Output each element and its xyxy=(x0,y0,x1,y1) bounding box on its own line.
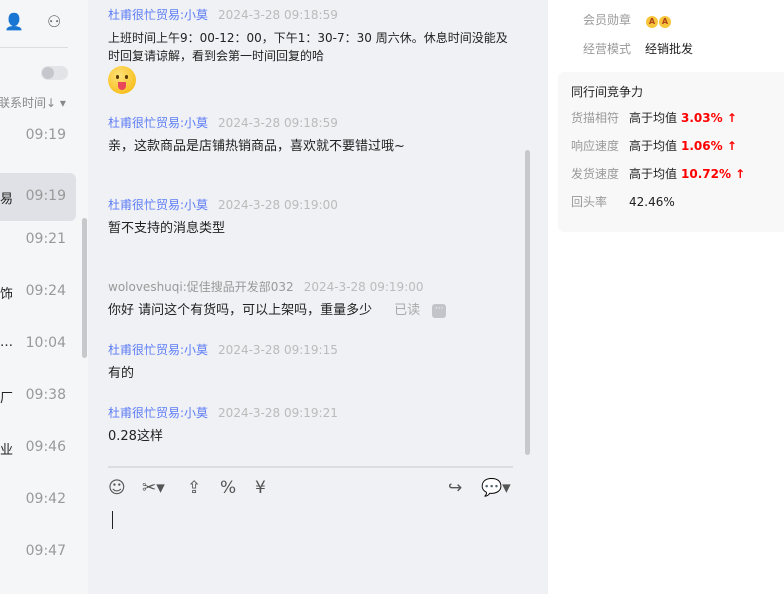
conversation-item[interactable]: … 10:04 xyxy=(0,320,76,368)
message-text: 暂不支持的消息类型 xyxy=(108,221,226,236)
message-time: 2024-3-28 09:19:15 xyxy=(218,343,338,357)
message-text: 上班时间上午9：00-12：00，下午1：30-7：30 周六休。休息时间没能及… xyxy=(108,31,508,63)
metric-value: 高于均值 xyxy=(629,167,678,181)
conversation-time: 09:21 xyxy=(25,231,66,247)
emoji-icon[interactable]: ☺ xyxy=(108,478,126,498)
more-options-button[interactable]: ··· xyxy=(432,303,447,318)
read-status: 已读 xyxy=(394,303,421,318)
message: 杜甫很忙贸易:小莫 2024-3-28 09:19:21 0.28这样 xyxy=(108,404,508,446)
contacts-icon[interactable]: 👤 xyxy=(4,12,24,31)
message-text: 你好 请问这个有货吗，可以上架吗，重量多少 xyxy=(108,303,373,318)
conversation-list: 👤 ⚇ 联系时间↓ ▾ 09:19 易 09:19 09:21 饰 09:24 … 1… xyxy=(0,0,88,594)
screenshot-scissors-icon[interactable]: ✂▾ xyxy=(142,478,165,498)
medal-label: 会员勋章 xyxy=(583,13,632,27)
conversation-item[interactable]: 饰 09:24 xyxy=(0,268,76,316)
repeat-rate-label: 回头率 xyxy=(571,195,608,209)
message-text: 有的 xyxy=(108,366,135,381)
conversation-time: 09:38 xyxy=(25,387,66,403)
conversation-name: … xyxy=(0,335,13,350)
divider xyxy=(0,47,68,48)
metric-value: 高于均值 xyxy=(629,111,678,125)
price-yuan-icon[interactable]: ¥ xyxy=(255,478,266,498)
medal-badge-icon: A xyxy=(646,16,658,28)
metric-label: 响应速度 xyxy=(571,139,620,153)
conversation-time: 09:19 xyxy=(25,127,66,143)
conversation-item[interactable]: 09:47 xyxy=(0,528,76,576)
chat-scrollbar[interactable] xyxy=(525,150,530,455)
conversation-item[interactable]: 09:21 xyxy=(0,216,76,264)
tongue-emoji-icon xyxy=(108,66,136,94)
sender-name: 杜甫很忙贸易:小莫 xyxy=(108,198,209,212)
metric-percent: 1.06% ↑ xyxy=(681,139,737,153)
conversation-time: 09:19 xyxy=(25,188,66,204)
list-scrollbar[interactable] xyxy=(82,218,87,358)
quick-reply-history-icon[interactable]: 💬▾ xyxy=(481,478,511,498)
competitiveness-card: 同行间竞争力 货描相符 高于均值 3.03% ↑ 响应速度 高于均值 1.06% ↑ 发… xyxy=(558,72,784,232)
metric-value: 高于均值 xyxy=(629,139,678,153)
message-time: 2024-3-28 09:18:59 xyxy=(218,8,338,22)
conversation-time: 09:47 xyxy=(25,543,66,559)
sender-name: 杜甫很忙贸易:小莫 xyxy=(108,406,209,420)
discount-icon[interactable]: % xyxy=(220,478,236,498)
metric-label: 货描相符 xyxy=(571,111,620,125)
input-divider xyxy=(108,466,513,468)
message-time: 2024-3-28 09:19:00 xyxy=(218,198,338,212)
medal-badge-icon: A xyxy=(659,16,671,28)
message: 杜甫很忙贸易:小莫 2024-3-28 09:19:15 有的 xyxy=(108,341,508,383)
message-time: 2024-3-28 09:18:59 xyxy=(218,116,338,130)
message-time: 2024-3-28 09:19:00 xyxy=(303,280,424,294)
business-mode-label: 经营模式 xyxy=(583,42,632,56)
conversation-name: 饰 xyxy=(0,287,14,302)
sort-dropdown[interactable]: 联系时间↓ ▾ xyxy=(0,94,66,111)
conversation-time: 09:42 xyxy=(25,491,66,507)
message: 杜甫很忙贸易:小莫 2024-3-28 09:19:00 暂不支持的消息类型 xyxy=(108,196,508,238)
shop-info-panel: 会员勋章 A A 经营模式 经销批发 同行间竞争力 货描相符 高于均值 3.03% ↑ 响… xyxy=(533,0,784,594)
sender-name: 杜甫很忙贸易:小莫 xyxy=(108,116,209,130)
chat-panel: 杜甫很忙贸易:小莫 2024-3-28 09:18:59 上班时间上午9：00-1… xyxy=(88,0,533,594)
conversation-time: 10:04 xyxy=(25,335,66,351)
metric-percent: 10.72% ↑ xyxy=(681,167,746,181)
message-text: 0.28这样 xyxy=(108,429,163,444)
message-input[interactable] xyxy=(112,511,113,529)
card-title: 同行间竞争力 xyxy=(571,85,644,99)
conversation-item[interactable]: 09:42 xyxy=(0,476,76,524)
organization-icon[interactable]: ⚇ xyxy=(47,12,61,31)
conversation-name: 厂 xyxy=(0,391,14,406)
sender-name: 杜甫很忙贸易:小莫 xyxy=(108,343,209,357)
sender-name: 杜甫很忙贸易:小莫 xyxy=(108,8,209,22)
metric-percent: 3.03% ↑ xyxy=(681,111,737,125)
conversation-item[interactable]: 业 09:46 xyxy=(0,424,76,472)
business-mode-value: 经销批发 xyxy=(645,42,694,56)
message: 杜甫很忙贸易:小莫 2024-3-28 09:18:59 上班时间上午9：00-1… xyxy=(108,6,508,98)
conversation-name: 易 xyxy=(0,192,14,207)
sender-name: woloveshuqi:促佳搜品开发部032 xyxy=(108,280,294,294)
conversation-item[interactable]: 厂 09:38 xyxy=(0,372,76,420)
conversation-item[interactable]: 09:19 xyxy=(0,112,76,160)
metric-label: 发货速度 xyxy=(571,167,620,181)
conversation-name: 业 xyxy=(0,443,14,458)
message-text: 亲，这款商品是店铺热销商品，喜欢就不要错过哦~ xyxy=(108,139,405,154)
message: 杜甫很忙贸易:小莫 2024-3-28 09:18:59 亲，这款商品是店铺热销商… xyxy=(108,114,508,156)
conversation-item[interactable]: 易 09:19 xyxy=(0,173,76,221)
conversation-time: 09:24 xyxy=(25,283,66,299)
forward-icon[interactable]: ↪ xyxy=(448,478,462,498)
repeat-rate-value: 42.46% xyxy=(629,195,675,209)
filter-toggle[interactable] xyxy=(41,66,68,80)
message: woloveshuqi:促佳搜品开发部032 2024-3-28 09:19:00… xyxy=(108,278,508,320)
message-time: 2024-3-28 09:19:21 xyxy=(218,406,338,420)
conversation-time: 09:46 xyxy=(25,439,66,455)
upload-file-icon[interactable]: ⇪ xyxy=(187,478,201,498)
